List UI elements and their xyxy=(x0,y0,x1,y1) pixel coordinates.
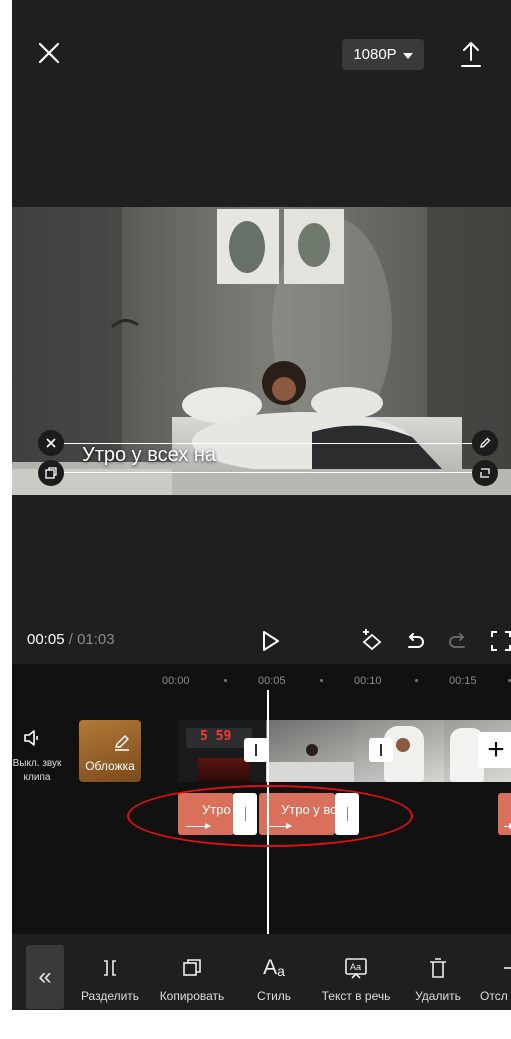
track-icon xyxy=(480,955,511,981)
ruler-tick: 00:10 xyxy=(354,675,382,687)
video-frame[interactable] xyxy=(354,720,444,782)
resolution-value: 1080P xyxy=(353,46,397,63)
svg-text:Aa: Aa xyxy=(350,962,361,972)
page-margin xyxy=(12,1010,511,1039)
play-icon[interactable] xyxy=(257,628,283,654)
caret-down-icon xyxy=(402,52,413,59)
export-icon[interactable] xyxy=(460,40,482,68)
ruler-tick: 00:05 xyxy=(258,675,286,687)
copy-icon xyxy=(181,955,203,981)
video-frame[interactable] xyxy=(266,720,354,782)
annotation-ring xyxy=(127,785,413,847)
split-icon xyxy=(99,955,121,981)
fullscreen-icon[interactable] xyxy=(488,628,511,654)
pencil-icon xyxy=(115,735,129,751)
caption-bottom-border xyxy=(54,472,486,473)
arrow-icon xyxy=(504,823,511,829)
transition-button[interactable] xyxy=(369,738,393,762)
mute-clip-label[interactable]: Выкл. звук клипа xyxy=(12,757,62,785)
ruler-tick: 00:00 xyxy=(162,675,190,687)
keyframe-icon[interactable] xyxy=(359,628,385,654)
trash-icon xyxy=(427,955,449,981)
add-clip-button[interactable]: + xyxy=(478,732,511,768)
resolution-dropdown[interactable]: 1080P xyxy=(342,39,424,70)
ruler-dot xyxy=(224,679,227,682)
editor-screen: 1080P Утро у всех на 00:05 / 01:03 00:00… xyxy=(12,0,511,1039)
time-display: 00:05 / 01:03 xyxy=(27,631,115,648)
text-style-icon: Aa xyxy=(263,956,285,979)
total-time: 01:03 xyxy=(77,631,115,648)
delete-button[interactable]: Удалить xyxy=(398,955,478,1003)
delete-caption-icon[interactable] xyxy=(38,430,64,456)
text-to-speech-button[interactable]: Aa Текст в речь xyxy=(316,955,396,1003)
ruler-dot xyxy=(320,679,323,682)
duplicate-caption-icon[interactable] xyxy=(38,460,64,486)
current-time: 00:05 xyxy=(27,631,65,648)
close-icon[interactable] xyxy=(36,40,62,66)
redo-icon[interactable] xyxy=(445,628,471,654)
text-to-speech-icon: Aa xyxy=(344,955,368,981)
ruler-tick: 00:15 xyxy=(449,675,477,687)
caption-text[interactable]: Утро у всех на xyxy=(82,444,216,467)
speaker-icon[interactable] xyxy=(22,727,44,749)
split-button[interactable]: Разделить xyxy=(70,955,150,1003)
undo-icon[interactable] xyxy=(402,628,428,654)
style-button[interactable]: Aa Стиль xyxy=(234,955,314,1003)
edit-caption-icon[interactable] xyxy=(472,430,498,456)
back-chevron-icon[interactable]: « xyxy=(26,945,64,1009)
resize-caption-icon[interactable] xyxy=(472,460,498,486)
cover-label[interactable]: Обложка xyxy=(79,759,141,773)
text-clip[interactable] xyxy=(498,793,511,835)
clock-digits: 5 59 xyxy=(200,729,232,744)
ruler-dot xyxy=(415,679,418,682)
track-button[interactable]: Отсл xyxy=(480,955,511,1003)
transition-button[interactable] xyxy=(244,738,268,762)
copy-button[interactable]: Копировать xyxy=(152,955,232,1003)
